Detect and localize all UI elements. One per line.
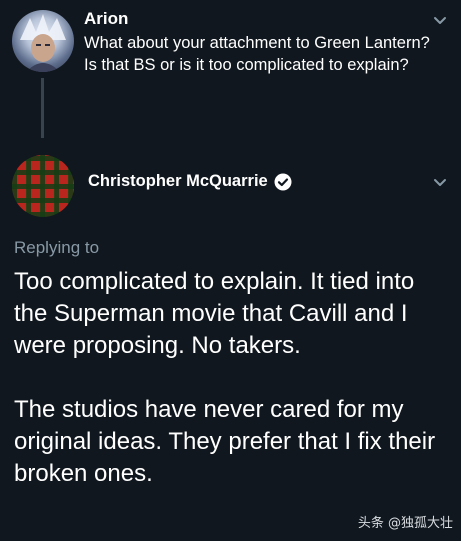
parent-tweet[interactable]: Arion What about your attachment to Gree… (0, 0, 461, 138)
author-name[interactable]: Arion (84, 9, 128, 29)
thread-line (41, 78, 44, 138)
chevron-down-icon[interactable] (432, 174, 448, 190)
avatar[interactable] (12, 10, 74, 72)
tweet-text: What about your attachment to Green Lant… (84, 34, 430, 74)
tweet-paragraph: The studios have never cared for my orig… (14, 396, 436, 487)
avatar-image (20, 14, 66, 72)
author-row: Christopher McQuarrie (88, 172, 292, 191)
verified-badge-icon (274, 173, 292, 191)
tweet-thread: Arion What about your attachment to Gree… (0, 0, 461, 541)
author-name[interactable]: Christopher McQuarrie (88, 172, 268, 191)
replying-to-label: Replying to (14, 238, 100, 257)
tweet-paragraph: Too complicated to explain. It tied into… (14, 268, 415, 359)
avatar[interactable] (12, 155, 74, 217)
watermark: 头条 @独孤大壮 (357, 516, 453, 531)
tweet-body: Too complicated to explain. It tied into… (14, 266, 454, 490)
chevron-down-icon[interactable] (432, 12, 448, 28)
